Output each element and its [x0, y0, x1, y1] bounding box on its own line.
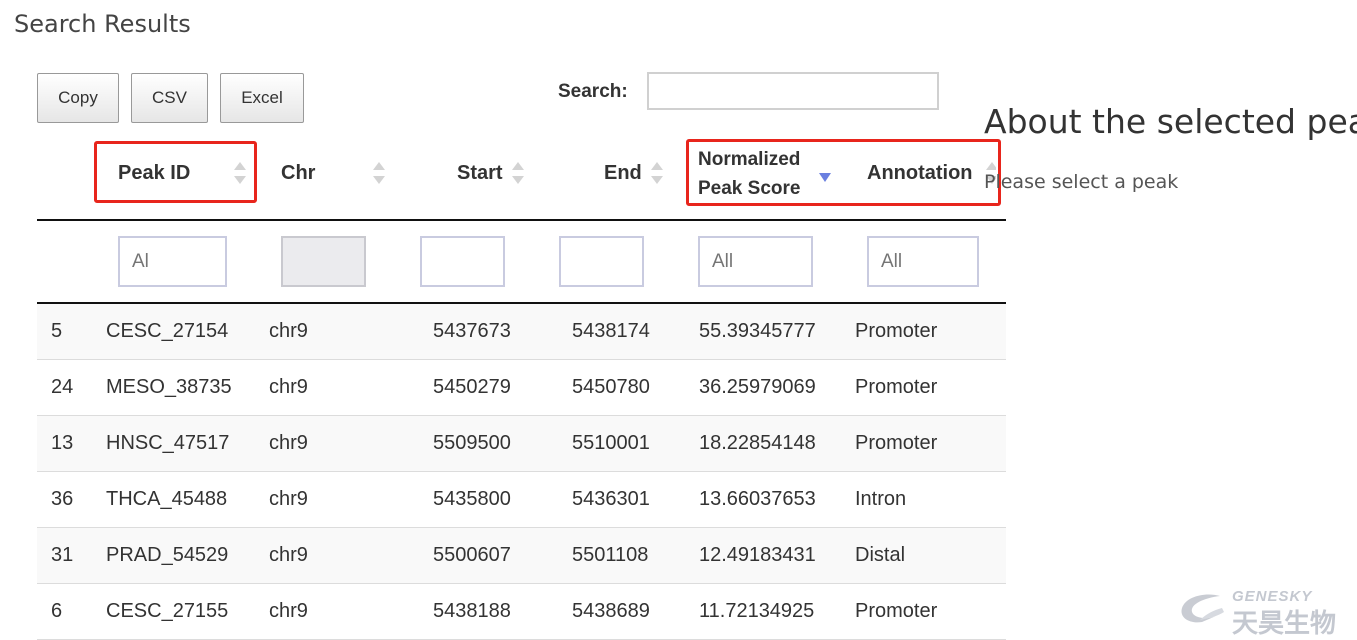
cell-start: 5500607 — [433, 544, 511, 566]
cell-normalized-peak-score: 18.22854148 — [699, 432, 816, 454]
cell-end: 5438689 — [572, 600, 650, 622]
column-header-start[interactable]: Start — [457, 142, 503, 204]
header-divider — [37, 219, 1006, 221]
cell-end: 5436301 — [572, 488, 650, 510]
cell-chr: chr9 — [269, 544, 308, 566]
cell-annotation: Promoter — [855, 600, 938, 622]
table-row[interactable]: 31 PRAD_54529 chr9 5500607 5501108 12.4918343… — [37, 528, 1006, 584]
filter-start[interactable] — [420, 236, 505, 287]
cell-normalized-peak-score: 13.66037653 — [699, 488, 816, 510]
sort-icon[interactable] — [651, 162, 663, 184]
cell-start: 5438188 — [433, 600, 511, 622]
table-row[interactable]: 13 HNSC_47517 chr9 5509500 5510001 18.2285414… — [37, 416, 1006, 472]
cell-annotation: Promoter — [855, 376, 938, 398]
cell-end: 5438174 — [572, 320, 650, 342]
table-row[interactable]: 5 CESC_27154 chr9 5437673 5438174 55.39345777… — [37, 304, 1006, 360]
brand-cn: 天昊生物 — [1232, 608, 1337, 638]
cell-peak-id: PRAD_54529 — [106, 544, 229, 566]
about-title: About the selected peak — [984, 102, 1357, 141]
highlight-box-peak-id — [94, 141, 257, 203]
cell-start: 5435800 — [433, 488, 511, 510]
excel-button[interactable]: Excel — [220, 73, 304, 123]
cell-chr: chr9 — [269, 600, 308, 622]
cell-index: 31 — [51, 544, 74, 566]
table-row[interactable]: 36 THCA_45488 chr9 5435800 5436301 13.6603765… — [37, 472, 1006, 528]
cell-annotation: Intron — [855, 488, 907, 510]
cell-peak-id: CESC_27154 — [106, 320, 229, 342]
filter-peak-id[interactable] — [118, 236, 227, 287]
cell-peak-id: THCA_45488 — [106, 488, 228, 510]
cell-peak-id: CESC_27155 — [106, 600, 229, 622]
filter-end[interactable] — [559, 236, 644, 287]
cell-peak-id: MESO_38735 — [106, 376, 232, 398]
filter-annotation[interactable] — [867, 236, 979, 287]
cell-normalized-peak-score: 11.72134925 — [699, 600, 815, 622]
sort-icon[interactable] — [512, 162, 524, 184]
cell-peak-id: HNSC_47517 — [106, 432, 230, 454]
cell-index: 5 — [51, 320, 63, 342]
cell-start: 5509500 — [433, 432, 511, 454]
cell-index: 6 — [51, 600, 63, 622]
cell-chr: chr9 — [269, 320, 308, 342]
cell-chr: chr9 — [269, 432, 308, 454]
cell-annotation: Promoter — [855, 320, 938, 342]
cell-index: 36 — [51, 488, 74, 510]
page-title: Search Results — [14, 10, 191, 38]
cell-chr: chr9 — [269, 488, 308, 510]
cell-index: 13 — [51, 432, 74, 454]
cell-normalized-peak-score: 12.49183431 — [699, 544, 816, 566]
cell-end: 5501108 — [572, 544, 649, 566]
column-header-end[interactable]: End — [604, 142, 642, 204]
cell-start: 5450279 — [433, 376, 511, 398]
cell-chr: chr9 — [269, 376, 308, 398]
about-placeholder: Please select a peak — [984, 171, 1179, 193]
cell-annotation: Distal — [855, 544, 906, 566]
cell-normalized-peak-score: 36.25979069 — [699, 376, 816, 398]
cell-start: 5437673 — [433, 320, 511, 342]
copy-button[interactable]: Copy — [37, 73, 119, 123]
table-row[interactable]: 24 MESO_38735 chr9 5450279 5450780 36.2597906… — [37, 360, 1006, 416]
filter-normalized-peak-score[interactable] — [698, 236, 813, 287]
cell-normalized-peak-score: 55.39345777 — [699, 320, 816, 342]
search-input[interactable] — [647, 72, 939, 110]
cell-annotation: Promoter — [855, 432, 938, 454]
csv-button[interactable]: CSV — [131, 73, 208, 123]
column-header-chr[interactable]: Chr — [281, 142, 315, 204]
highlight-box-score-annotation — [686, 139, 1001, 206]
table-row[interactable]: 6 CESC_27155 chr9 5438188 5438689 11.72134925… — [37, 584, 1006, 640]
cell-end: 5450780 — [572, 376, 650, 398]
cell-index: 24 — [51, 376, 74, 398]
cell-end: 5510001 — [572, 432, 650, 454]
sort-icon[interactable] — [373, 162, 385, 184]
search-label: Search: — [558, 81, 628, 102]
filter-chr[interactable] — [281, 236, 366, 287]
